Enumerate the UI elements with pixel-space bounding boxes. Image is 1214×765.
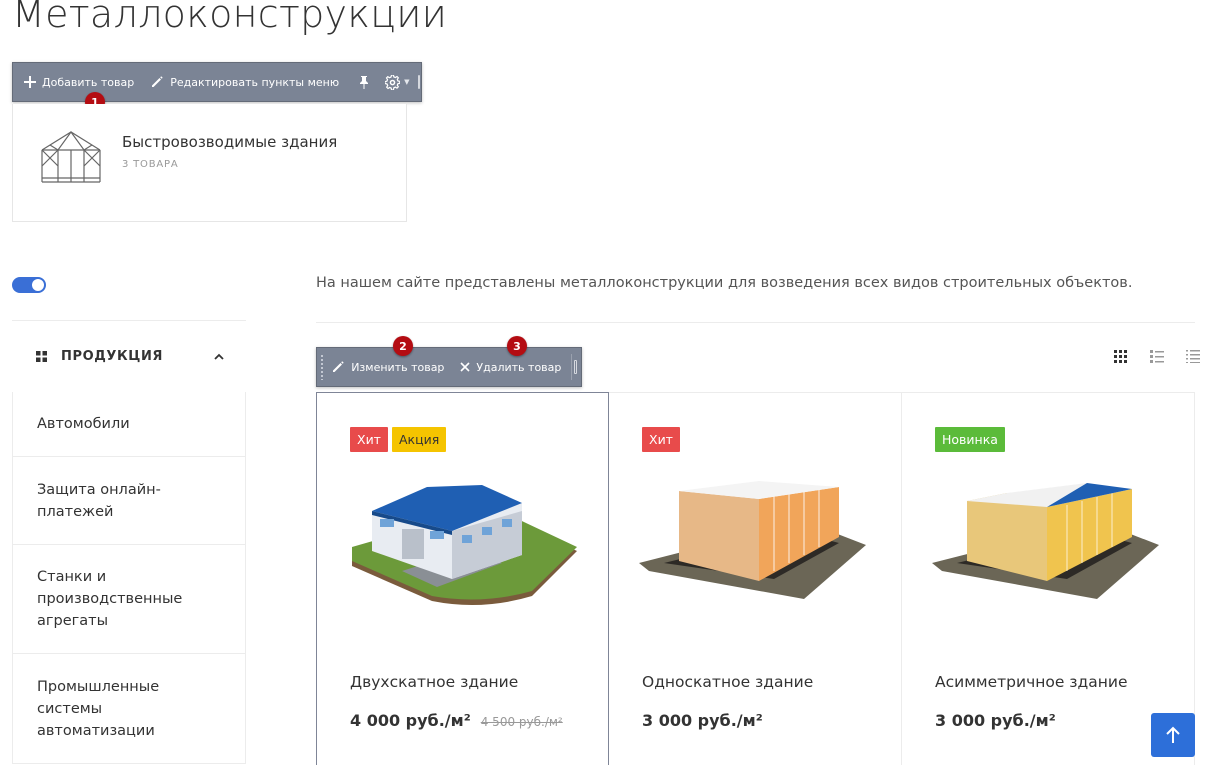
section-count: 3 товара [122,159,179,170]
sidebar-item-payment-protection[interactable]: Защита онлайн-платежей [12,457,246,545]
section-name[interactable]: Быстровозводимые здания [122,133,337,151]
sidebar-header[interactable]: ПРОДУКЦИЯ [12,320,246,392]
badge-hit: Хит [642,427,680,452]
price-old: 4 500 руб./м² [480,715,563,729]
toggle-knob [32,279,44,291]
gear-icon [385,74,401,90]
product-card[interactable]: Хит Акция Двухскатное здание 4 000 руб./… [316,392,609,765]
sidebar-item-label: Защита онлайн-платежей [37,481,161,520]
price-current: 3 000 руб./м² [935,711,1056,730]
product-image[interactable] [927,471,1167,611]
sidebar-item-machines[interactable]: Станки и производственные агрегаты [12,545,246,654]
building-frame-icon [41,130,101,183]
product-image[interactable] [634,471,874,611]
sidebar-item-automation[interactable]: Промышленные системы автоматизации [12,654,246,764]
sidebar-header-label: ПРОДУКЦИЯ [61,349,164,364]
product-card[interactable]: Хит Односкатное здание 3 000 руб./м² [609,392,902,765]
edit-product-label: Изменить товар [351,360,445,374]
product-badges: Новинка [935,427,1005,452]
badge-new: Новинка [935,427,1005,452]
product-price: 4 000 руб./м² 4 500 руб./м² [350,711,563,730]
sidebar-item-label: Промышленные системы автоматизации [37,678,160,739]
product-badges: Хит [642,427,680,452]
sidebar-item-cars[interactable]: Автомобили [12,392,246,457]
pencil-icon [152,76,163,87]
step-marker-2: 2 [393,336,413,356]
plus-icon [24,76,36,88]
product-name[interactable]: Односкатное здание [642,673,813,691]
sidebar-item-label: Автомобили [37,416,130,432]
badge-sale: Акция [391,427,447,452]
add-product-button[interactable]: Добавить товар [16,63,142,101]
edit-menu-button[interactable]: Редактировать пункты меню [142,63,347,101]
price-current: 3 000 руб./м² [642,711,763,730]
edit-menu-label: Редактировать пункты меню [170,75,340,89]
product-image[interactable] [342,471,582,611]
product-name[interactable]: Асимметричное здание [935,673,1128,691]
catalog-grid-icon [36,351,47,362]
pencil-icon [333,361,344,372]
chevron-down-icon: ▼ [404,78,410,86]
sidebar: ПРОДУКЦИЯ Автомобили Защита онлайн-плате… [12,320,246,764]
product-badges: Хит Акция [350,427,447,452]
product-grid: Хит Акция Двухскатное здание 4 000 руб./… [316,392,1195,765]
price-current: 4 000 руб./м² [350,711,471,730]
price-list-view-icon[interactable] [1186,349,1202,363]
add-product-label: Добавить товар [42,75,135,89]
list-view-icon[interactable] [1150,349,1166,363]
sidebar-item-label: Станки и производственные агрегаты [37,569,183,629]
step-marker-3: 3 [507,336,527,356]
scroll-to-top-button[interactable] [1151,713,1195,757]
view-switcher [1114,349,1202,363]
divider [316,322,1195,323]
badge-hit: Хит [350,427,388,452]
product-price: 3 000 руб./м² [642,711,763,730]
grid-view-icon[interactable] [1114,349,1130,363]
toolbar-handle-icon[interactable] [573,360,577,374]
chevron-up-icon[interactable] [214,353,224,360]
pin-button[interactable] [351,63,377,101]
admin-toolbar-section: Добавить товар Редактировать пункты меню… [12,62,422,102]
admin-toolbar-product: Изменить товар Удалить товар [316,347,582,387]
sidebar-toggle[interactable] [12,277,46,293]
product-price: 3 000 руб./м² [935,711,1056,730]
product-name[interactable]: Двухскатное здание [350,673,518,691]
arrow-up-icon [1166,726,1180,743]
close-icon [460,362,470,372]
section-card[interactable]: Быстровозводимые здания 3 товара [12,104,407,222]
pin-icon [360,76,369,89]
settings-button[interactable]: ▼ [377,63,413,101]
toolbar-handle-icon[interactable] [417,75,420,89]
page-title: Металлоконструкции [12,0,448,36]
section-description: На нашем сайте представлены металлоконст… [316,275,1133,291]
delete-product-label: Удалить товар [476,360,562,374]
edit-product-button[interactable]: Изменить товар [323,348,452,386]
product-card[interactable]: Новинка Асимметричное здание 3 000 руб./… [902,392,1195,765]
